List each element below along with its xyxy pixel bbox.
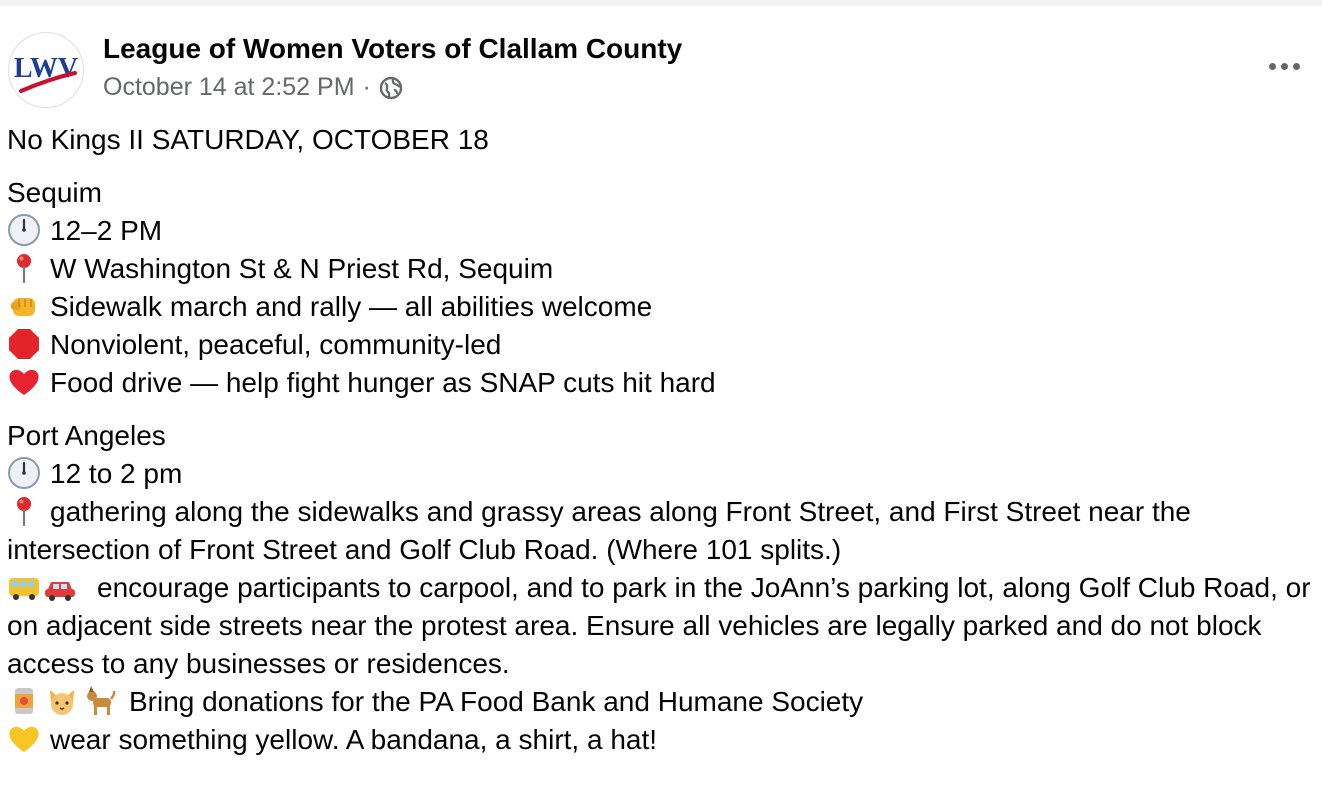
red-heart-icon	[7, 365, 41, 399]
pin-icon	[7, 251, 41, 285]
pa-location: gathering along the sidewalks and grassy…	[7, 493, 1317, 569]
car-icon	[43, 570, 77, 604]
bus-icon	[7, 570, 41, 604]
lwv-logo-icon: LWV	[14, 53, 78, 93]
dog-icon	[83, 684, 117, 718]
post-author[interactable]: League of Women Voters of Clallam County	[103, 33, 682, 65]
sequim-time-text: 12–2 PM	[50, 215, 163, 246]
fist-icon	[7, 289, 41, 323]
pa-donations-text: Bring donations for the PA Food Bank and…	[129, 686, 864, 717]
pa-donations: Bring donations for the PA Food Bank and…	[7, 683, 1317, 721]
clock-icon	[7, 456, 41, 490]
pa-parking: encourage participants to carpool, and t…	[7, 569, 1317, 683]
pa-yellow-text: wear something yellow. A bandana, a shir…	[50, 724, 658, 755]
pa-parking-text: encourage participants to carpool, and t…	[7, 572, 1311, 679]
post-timestamp[interactable]: October 14 at 2:52 PM	[103, 73, 355, 102]
meta-separator: ·	[362, 73, 371, 101]
stop-sign-icon	[7, 327, 41, 361]
pin-icon	[7, 494, 41, 528]
globe-icon[interactable]	[379, 76, 403, 100]
sequim-location: W Washington St & N Priest Rd, Sequim	[7, 250, 1317, 288]
sequim-location-text: W Washington St & N Priest Rd, Sequim	[50, 253, 554, 284]
pa-time: 12 to 2 pm	[7, 455, 1317, 493]
pa-time-text: 12 to 2 pm	[50, 458, 183, 489]
page-avatar[interactable]: LWV	[8, 32, 84, 108]
clock-icon	[7, 213, 41, 247]
sequim-food-drive: Food drive — help fight hunger as SNAP c…	[7, 364, 1317, 402]
sequim-march-text: Sidewalk march and rally — all abilities…	[50, 291, 653, 322]
sequim-time: 12–2 PM	[7, 212, 1317, 250]
cat-icon	[45, 684, 79, 718]
pa-yellow: wear something yellow. A bandana, a shir…	[7, 721, 1317, 759]
sequim-title: Sequim	[7, 177, 102, 208]
more-options-button[interactable]	[1264, 54, 1304, 78]
sequim-food-drive-text: Food drive — help fight hunger as SNAP c…	[50, 367, 716, 398]
post-headline: No Kings II SATURDAY, OCTOBER 18	[7, 124, 489, 155]
more-options-icon	[1268, 62, 1276, 70]
post-body: No Kings II SATURDAY, OCTOBER 18 Sequim …	[7, 121, 1317, 759]
sequim-nonviolent: Nonviolent, peaceful, community-led	[7, 326, 1317, 364]
port-angeles-title: Port Angeles	[7, 420, 166, 451]
sequim-nonviolent-text: Nonviolent, peaceful, community-led	[50, 329, 502, 360]
yellow-heart-icon	[7, 722, 41, 756]
sequim-march: Sidewalk march and rally — all abilities…	[7, 288, 1317, 326]
can-icon	[7, 684, 41, 718]
post-meta: October 14 at 2:52 PM ·	[103, 73, 403, 102]
pa-location-text: gathering along the sidewalks and grassy…	[7, 496, 1191, 565]
